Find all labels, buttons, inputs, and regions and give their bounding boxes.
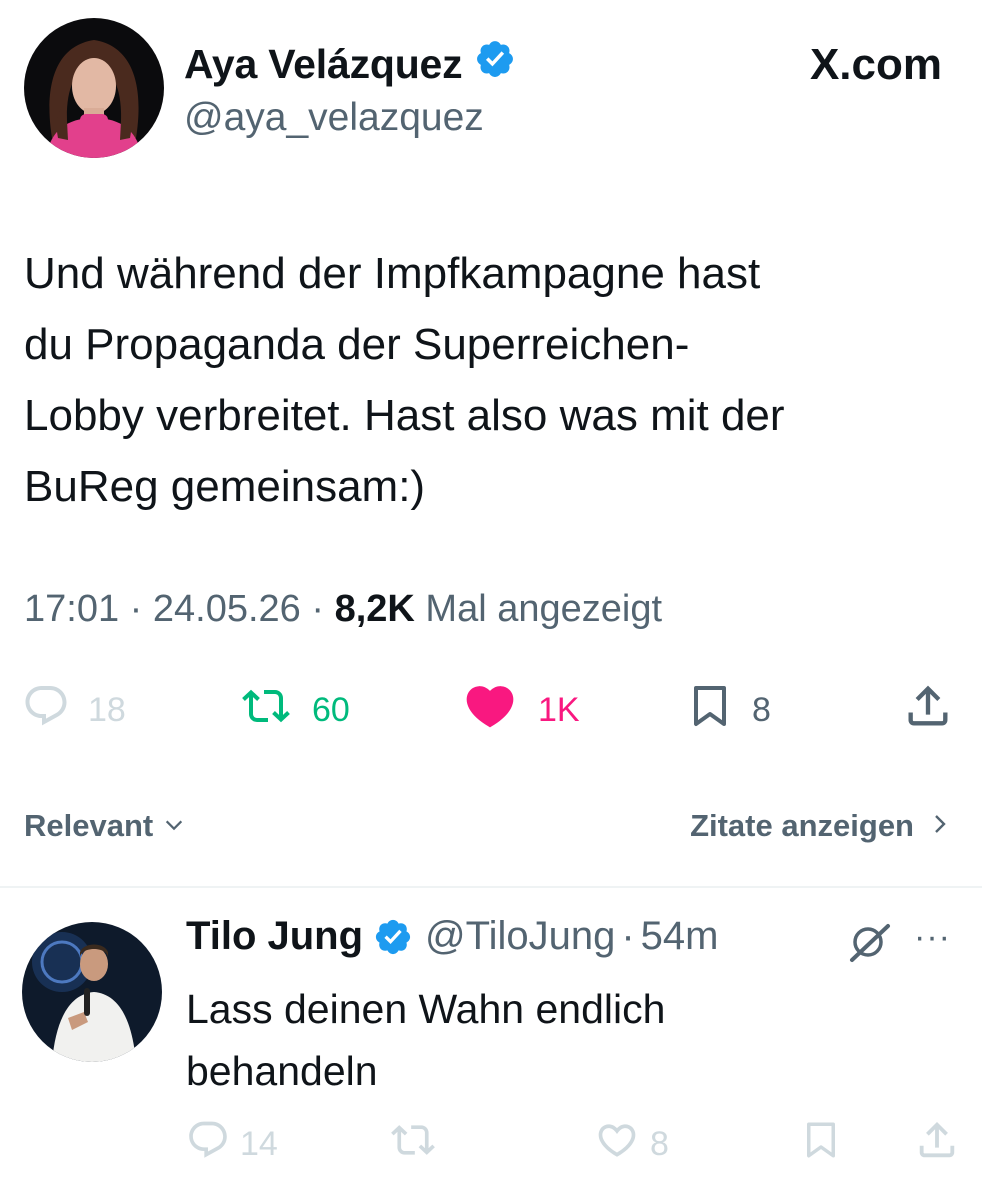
reply-text-line: Lass deinen Wahn endlich (186, 986, 666, 1032)
share-button[interactable] (902, 680, 954, 740)
sort-relevant-label: Relevant (24, 808, 154, 843)
tweet-meta: 17:01 · 24.05.26 · 8,2K Mal angezeigt (24, 588, 662, 631)
tweet-date[interactable]: 24.05.26 (153, 588, 301, 630)
bookmark-button[interactable]: 8 (686, 680, 771, 740)
author-handle[interactable]: @aya_velazquez (184, 96, 484, 140)
meta-separator: · (300, 588, 335, 630)
chevron-right-icon (930, 808, 950, 844)
reply-time[interactable]: 54m (641, 914, 719, 959)
like-button[interactable]: 1K (460, 680, 580, 740)
reply-like-count: 8 (650, 1124, 669, 1163)
reply-icon (186, 1118, 230, 1171)
reply-reply-count: 14 (240, 1124, 278, 1163)
reply-reply-button[interactable]: 14 (186, 1118, 278, 1170)
bookmark-icon (800, 1117, 842, 1172)
heart-outline-icon (594, 1118, 640, 1171)
reply-retweet-button[interactable] (388, 1118, 438, 1170)
tweet-text-line: Lobby verbreitet. Hast also was mit der (24, 391, 785, 440)
reply-dot: · (621, 914, 635, 958)
retweet-icon (238, 682, 294, 739)
verified-badge-icon (474, 38, 516, 90)
reply-header: Tilo Jung @TiloJung · 54m (186, 914, 718, 959)
tweet-text: Und während der Impfkampagne hast du Pro… (24, 238, 964, 522)
meta-separator: · (119, 588, 153, 630)
retweet-icon (388, 1118, 438, 1171)
tweet-time[interactable]: 17:01 (24, 588, 119, 630)
reply-like-button[interactable]: 8 (594, 1118, 669, 1170)
reply-bookmark-button[interactable] (800, 1118, 842, 1170)
reply-text: Lass deinen Wahn endlich behandeln (186, 978, 665, 1102)
reply-button[interactable]: 18 (22, 680, 126, 740)
show-quotes-link[interactable]: Zitate anzeigen (690, 808, 950, 844)
more-options-icon[interactable]: ··· (914, 918, 951, 957)
view-count-label: Mal angezeigt (425, 588, 663, 630)
reply-icon (22, 682, 70, 739)
retweet-count: 60 (312, 690, 350, 729)
site-label: X.com (809, 40, 942, 89)
author-name[interactable]: Aya Velázquez (184, 38, 516, 90)
author-avatar[interactable] (24, 18, 164, 158)
reply-share-button[interactable] (914, 1118, 960, 1170)
bookmark-count: 8 (752, 690, 771, 729)
tweet-text-line: du Propaganda der Superreichen- (24, 320, 690, 369)
show-quotes-label: Zitate anzeigen (690, 808, 914, 843)
view-count: 8,2K (334, 588, 415, 630)
tweet-text-line: Und während der Impfkampagne hast (24, 249, 761, 298)
tweet-text-line: BuReg gemeinsam:) (24, 462, 426, 511)
sort-relevant-dropdown[interactable]: Relevant (24, 808, 185, 844)
divider (0, 886, 982, 888)
grok-icon[interactable] (846, 918, 894, 966)
reply-author-avatar[interactable] (22, 922, 162, 1062)
reply-count: 18 (88, 690, 126, 729)
reply-author-handle[interactable]: @TiloJung (425, 914, 615, 959)
share-icon (902, 680, 954, 741)
bookmark-icon (686, 680, 734, 741)
verified-badge-icon (373, 917, 413, 957)
author-name-text[interactable]: Aya Velázquez (184, 41, 463, 88)
reply-author-name[interactable]: Tilo Jung (186, 914, 363, 959)
retweet-button[interactable]: 60 (238, 680, 350, 740)
like-count: 1K (538, 690, 580, 729)
chevron-down-icon (163, 808, 185, 844)
heart-filled-icon (460, 678, 520, 743)
reply-text-line: behandeln (186, 1048, 378, 1094)
share-icon (914, 1117, 960, 1172)
